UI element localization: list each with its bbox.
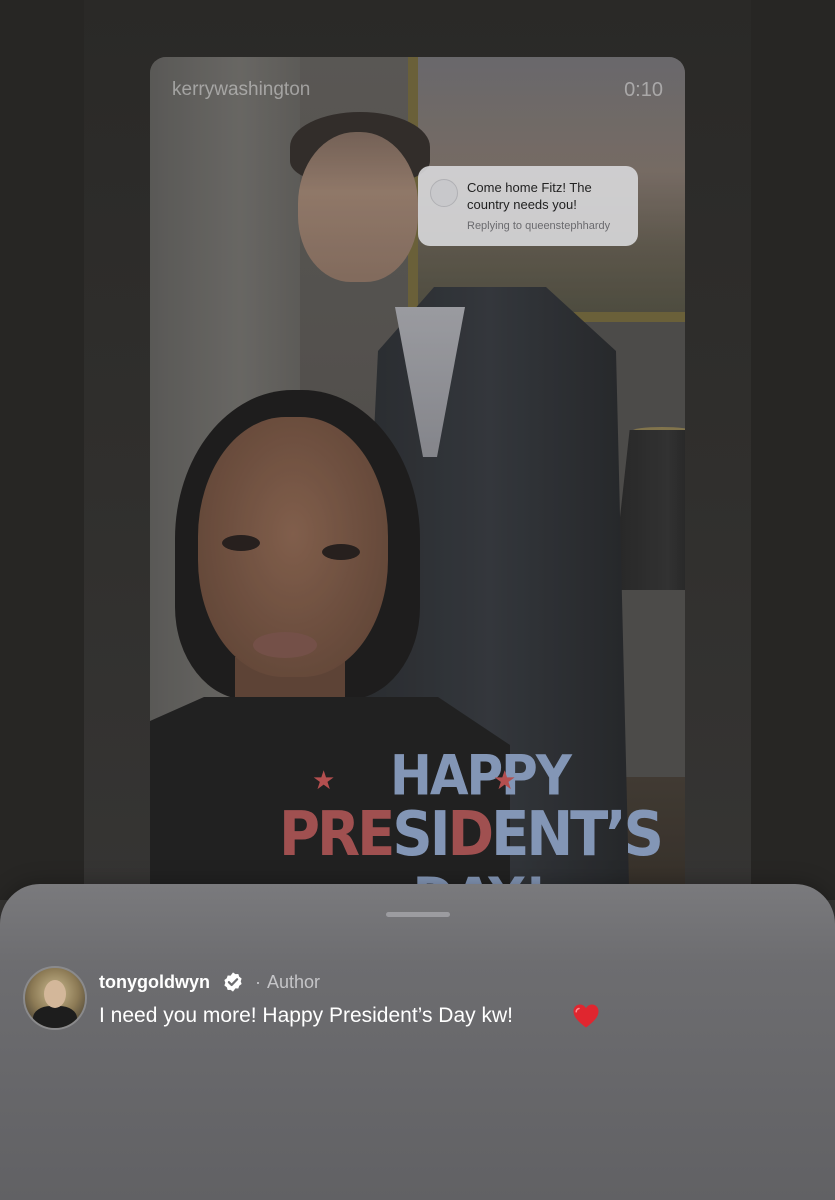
story-media[interactable]: kerrywashington 0:10 Come home Fitz! The…: [150, 57, 685, 927]
reply-sticker-replying-to: Replying to queenstephhardy: [467, 220, 611, 232]
reply-sticker[interactable]: Come home Fitz! The country needs you! R…: [418, 166, 638, 246]
avatar[interactable]: [23, 966, 87, 1030]
next-story-area[interactable]: [751, 0, 835, 900]
overlay-presidents-part: ENT’S: [491, 798, 664, 871]
avatar-face: [44, 980, 66, 1008]
comment-sheet[interactable]: tonygoldwyn · Author I need you more! Ha…: [0, 884, 835, 1200]
overlay-presidents-part: PRE: [278, 798, 395, 871]
comment-username[interactable]: tonygoldwyn: [99, 972, 210, 993]
reply-avatar: [430, 179, 458, 207]
overlay-presidents-part: D: [447, 798, 495, 871]
avatar-suit: [33, 1006, 77, 1028]
separator-dot: ·: [255, 972, 261, 992]
story-timestamp: 0:10: [624, 79, 663, 101]
previous-story-area[interactable]: [0, 0, 84, 900]
author-badge: Author: [267, 972, 321, 992]
overlay-presidents-part: SI: [392, 798, 450, 871]
sheet-drag-handle[interactable]: [386, 912, 450, 917]
verified-badge-icon: [224, 972, 242, 992]
red-heart-icon: [573, 1004, 599, 1028]
story-viewer-screen: kerrywashington 0:10 Come home Fitz! The…: [0, 0, 835, 1200]
reply-sticker-text: Come home Fitz! The country needs you!: [467, 180, 592, 212]
story-username[interactable]: kerrywashington: [172, 79, 310, 101]
comment-text: I need you more! Happy President’s Day k…: [99, 1004, 513, 1027]
overlay-presidents-text: PRESIDENT’S: [250, 799, 685, 871]
star-right-icon: ★: [493, 765, 517, 795]
